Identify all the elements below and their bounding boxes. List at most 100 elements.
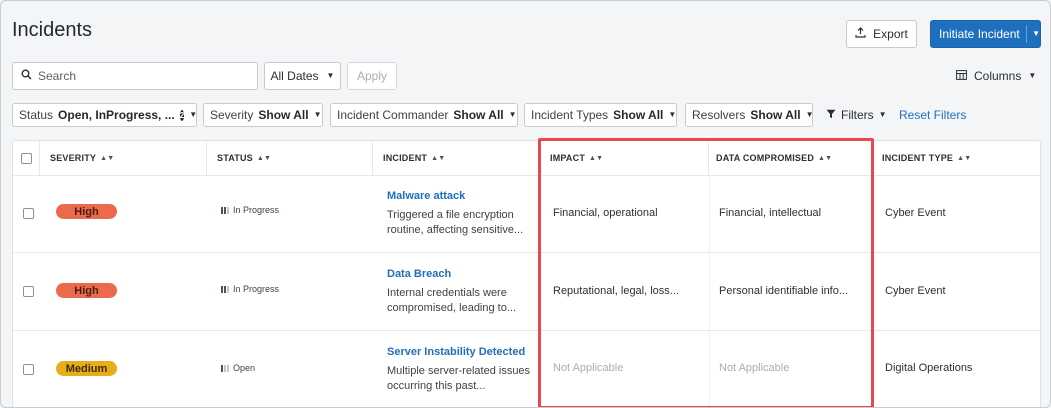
- incident-title-link[interactable]: Server Instability Detected: [387, 346, 525, 358]
- sort-arrows-icon: ▲▼: [957, 154, 972, 162]
- column-header-label: SEVERITY: [50, 153, 97, 163]
- row-divider: [13, 252, 1040, 253]
- status-indicator: Open: [221, 363, 255, 373]
- column-header-label: INCIDENT: [383, 153, 428, 163]
- filter-name: Severity: [210, 108, 254, 122]
- column-divider: [540, 175, 541, 407]
- column-header-status[interactable]: STATUS ▲▼: [207, 141, 373, 175]
- columns-label: Columns: [974, 69, 1022, 83]
- filter-severity[interactable]: Severity Show All ▼: [203, 103, 323, 127]
- filter-count-badge: 2: [179, 109, 185, 121]
- columns-button[interactable]: Columns ▼: [956, 69, 1036, 83]
- data-compromised-cell: Financial, intellectual: [719, 207, 822, 219]
- severity-pill: High: [56, 283, 117, 298]
- incident-title-link[interactable]: Malware attack: [387, 190, 465, 202]
- incident-description: Multiple server-related issues occurring…: [387, 365, 531, 392]
- filter-resolvers[interactable]: Resolvers Show All ▼: [685, 103, 814, 127]
- caret-down-icon: ▼: [189, 110, 198, 119]
- filter-value: Show All: [453, 108, 504, 122]
- impact-cell: Financial, operational: [553, 207, 658, 219]
- status-text: In Progress: [233, 284, 280, 294]
- incident-description: Internal credentials were compromised, l…: [387, 287, 517, 314]
- sort-arrows-icon: ▲▼: [818, 154, 833, 162]
- upload-icon: [855, 27, 866, 41]
- filter-value: Show All: [750, 108, 801, 122]
- incident-type-cell: Cyber Event: [885, 285, 946, 297]
- search-input[interactable]: [38, 69, 238, 83]
- status-indicator: In Progress: [221, 205, 279, 215]
- filter-name: Status: [19, 108, 54, 122]
- caret-down-icon: ▼: [878, 110, 887, 119]
- row-checkbox[interactable]: [23, 208, 34, 219]
- caret-down-icon: ▼: [1028, 71, 1037, 80]
- progress-bars-icon: [221, 364, 229, 372]
- caret-down-icon[interactable]: ▼: [1032, 30, 1040, 38]
- caret-down-icon: ▼: [326, 71, 335, 80]
- page-title: Incidents: [12, 19, 93, 41]
- column-header-impact[interactable]: IMPACT ▲▼: [540, 141, 709, 175]
- incident-title-link[interactable]: Data Breach: [387, 268, 451, 280]
- filter-value: Show All: [258, 108, 309, 122]
- filters-menu-label: Filters: [841, 108, 874, 122]
- filter-value: Open, InProgress, ...: [58, 108, 175, 122]
- select-all-checkbox[interactable]: [20, 152, 32, 164]
- column-header-label: INCIDENT TYPE: [882, 153, 954, 163]
- filter-incident-commander[interactable]: Incident Commander Show All ▼: [330, 103, 518, 127]
- sort-arrows-icon: ▲▼: [589, 154, 604, 162]
- columns-grid-icon: [956, 69, 967, 83]
- status-indicator: In Progress: [221, 284, 279, 294]
- header-checkbox-cell: [13, 141, 40, 175]
- funnel-icon: [826, 108, 836, 122]
- column-header-incident-type[interactable]: INCIDENT TYPE ▲▼: [872, 141, 1040, 175]
- impact-cell: Reputational, legal, loss...: [553, 285, 679, 297]
- incidents-page: Incidents Export Initiate Incident ▼ All…: [0, 0, 1051, 408]
- export-label: Export: [873, 27, 908, 41]
- impact-cell: Not Applicable: [553, 362, 624, 374]
- incident-type-cell: Cyber Event: [885, 207, 946, 219]
- status-text: Open: [233, 363, 256, 373]
- sort-arrows-icon: ▲▼: [431, 154, 446, 162]
- filter-name: Resolvers: [692, 108, 746, 122]
- export-button[interactable]: Export: [846, 20, 917, 48]
- progress-bars-icon: [221, 206, 229, 214]
- severity-pill: Medium: [56, 361, 117, 376]
- data-compromised-cell: Not Applicable: [719, 362, 790, 374]
- caret-down-icon: ▼: [805, 110, 814, 119]
- caret-down-icon: ▼: [668, 110, 677, 119]
- row-checkbox[interactable]: [23, 286, 34, 297]
- status-text: In Progress: [233, 205, 280, 215]
- column-header-incident[interactable]: INCIDENT ▲▼: [373, 141, 540, 175]
- filter-incident-types[interactable]: Incident Types Show All ▼: [524, 103, 677, 127]
- column-header-severity[interactable]: SEVERITY ▲▼: [40, 141, 207, 175]
- search-box[interactable]: [12, 62, 258, 90]
- progress-bars-icon: [221, 285, 229, 293]
- row-checkbox[interactable]: [23, 364, 34, 375]
- column-header-data-compromised[interactable]: DATA COMPROMISED ▲▼: [709, 141, 872, 175]
- column-header-label: IMPACT: [550, 153, 586, 163]
- sort-arrows-icon: ▲▼: [100, 154, 115, 162]
- filters-menu-button[interactable]: Filters ▼: [826, 108, 887, 122]
- initiate-incident-label: Initiate Incident: [939, 27, 1020, 41]
- date-range-select[interactable]: All Dates ▼: [264, 62, 341, 90]
- severity-pill: High: [56, 204, 117, 219]
- row-divider: [13, 175, 1040, 176]
- column-header-label: DATA COMPROMISED: [716, 153, 815, 163]
- sort-arrows-icon: ▲▼: [256, 154, 272, 162]
- filter-name: Incident Types: [531, 108, 609, 122]
- row-divider: [13, 330, 1040, 331]
- caret-down-icon: ▼: [508, 110, 517, 119]
- incident-description: Triggered a file encryption routine, aff…: [387, 209, 524, 236]
- incident-type-cell: Digital Operations: [885, 362, 973, 374]
- apply-button[interactable]: Apply: [347, 62, 397, 90]
- filter-status[interactable]: Status Open, InProgress, ... 2 ▼: [12, 103, 197, 127]
- filter-value: Show All: [613, 108, 664, 122]
- initiate-incident-button[interactable]: Initiate Incident ▼: [930, 20, 1041, 48]
- reset-filters-link[interactable]: Reset Filters: [899, 108, 966, 122]
- column-divider: [709, 175, 710, 407]
- column-header-label: STATUS: [217, 153, 253, 163]
- incidents-table: SEVERITY ▲▼ STATUS ▲▼ INCIDENT ▲▼ IMPACT…: [12, 140, 1041, 407]
- filter-name: Incident Commander: [337, 108, 449, 122]
- caret-down-icon: ▼: [313, 110, 322, 119]
- data-compromised-cell: Personal identifiable info...: [719, 285, 849, 297]
- search-icon: [21, 67, 32, 85]
